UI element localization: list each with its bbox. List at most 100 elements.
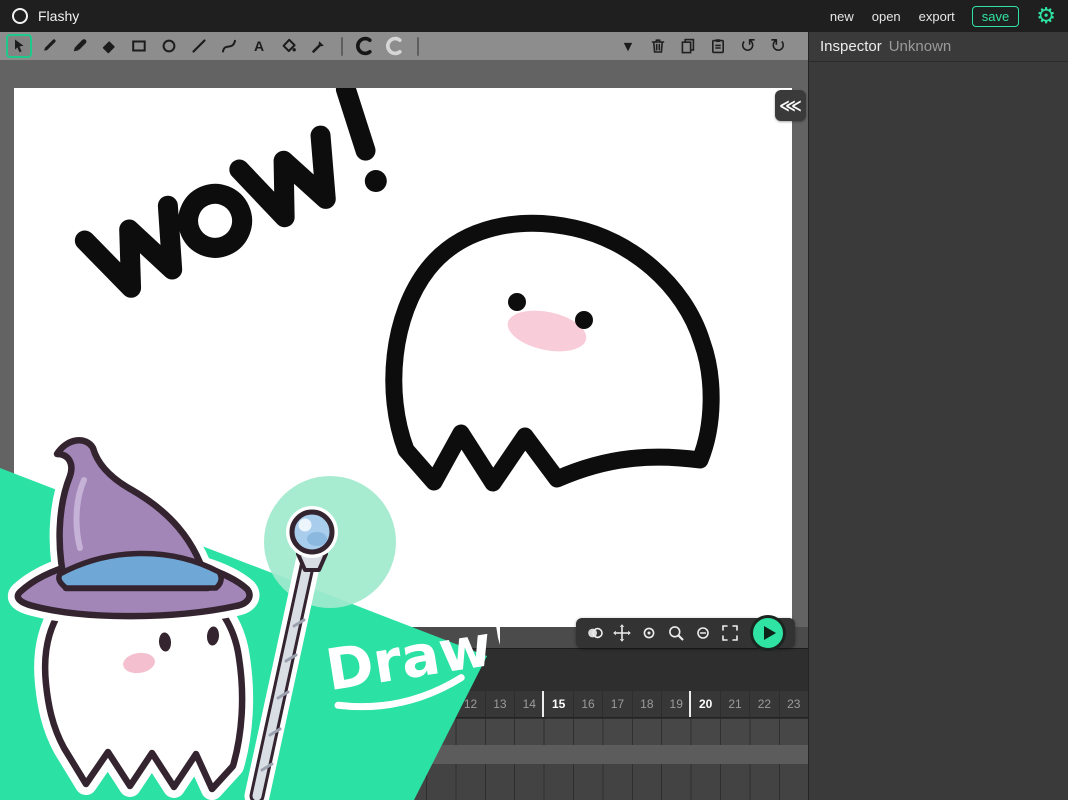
canvas-area: wow! ⋘ — [0, 60, 808, 648]
delete-button[interactable] — [648, 35, 668, 57]
tool-rectangle[interactable] — [126, 34, 152, 58]
tool-eyedropper[interactable] — [306, 34, 332, 58]
c-arc-light-icon — [385, 36, 405, 56]
timeline-frame-7[interactable]: 7 — [308, 691, 337, 717]
timeline-frame-5[interactable]: 5 — [250, 691, 279, 717]
timeline-scrollbar[interactable] — [0, 745, 808, 764]
view-toolbar — [576, 618, 795, 648]
play-button[interactable] — [750, 615, 786, 651]
tool-line[interactable] — [186, 34, 212, 58]
drawing-canvas[interactable]: wow! — [14, 88, 792, 627]
magnifier-icon — [666, 623, 686, 643]
dot-circle-icon — [639, 623, 659, 643]
timeline-frame-22[interactable]: 22 — [749, 691, 778, 717]
copy-icon — [679, 37, 697, 55]
timeline-frame-21[interactable]: 21 — [720, 691, 749, 717]
inspector-title: Inspector — [820, 38, 882, 55]
timeline-frame-3[interactable]: 3 — [191, 691, 220, 717]
eraser-icon — [100, 37, 118, 55]
tool-eraser[interactable] — [96, 34, 122, 58]
inspector-panel: Inspector Unknown — [808, 32, 1068, 800]
collapse-chevrons-icon: ⋘ — [779, 96, 802, 115]
pencil-icon — [40, 37, 58, 55]
timeline-track-row[interactable] — [0, 719, 808, 745]
timeline-tracks[interactable] — [0, 719, 808, 800]
ellipse-icon — [160, 37, 178, 55]
timeline-frame-16[interactable]: 16 — [573, 691, 602, 717]
marker-pen-icon — [70, 37, 88, 55]
tool-fill[interactable] — [276, 34, 302, 58]
redo-icon: ↻ — [770, 37, 786, 56]
timeline-frame-10[interactable]: 10 — [397, 691, 426, 717]
timeline-frame-4[interactable]: 4 — [220, 691, 249, 717]
pan-arrows-icon — [612, 623, 632, 643]
timeline-frame-6[interactable]: 6 — [279, 691, 308, 717]
open-button[interactable]: open — [867, 7, 906, 26]
eyedropper-icon — [310, 37, 328, 55]
onion-skin-toggle-button[interactable] — [585, 623, 605, 643]
app-window: Flashy new open export save ⚙ — [0, 0, 1068, 800]
topbar: Flashy new open export save ⚙ — [0, 0, 1068, 32]
onion-skin-icon — [585, 623, 605, 643]
tool-pencil[interactable] — [36, 34, 62, 58]
timeline-track-row[interactable] — [0, 764, 808, 800]
timeline-frame-14[interactable]: 14 — [514, 691, 543, 717]
toolbar-separator — [417, 37, 419, 56]
rectangle-icon — [130, 37, 148, 55]
tool-curve[interactable] — [216, 34, 242, 58]
app-title: Flashy — [38, 8, 79, 24]
fit-screen-icon — [720, 623, 740, 643]
copy-button[interactable] — [678, 35, 698, 57]
play-icon — [753, 618, 783, 648]
curve-pen-icon — [220, 37, 238, 55]
ghost-drawing — [394, 223, 711, 483]
tool-text[interactable]: A — [246, 34, 272, 58]
export-button[interactable]: export — [914, 7, 960, 26]
canvas-artwork — [14, 88, 792, 627]
frame-menu-dropdown[interactable]: ▼ — [618, 35, 638, 57]
timeline-frame-8[interactable]: 8 — [338, 691, 367, 717]
timeline-frame-20[interactable]: 20 — [690, 691, 719, 717]
timeline-frame-19[interactable]: 19 — [661, 691, 690, 717]
timeline-frame-15[interactable]: 15 — [543, 691, 572, 717]
fill-bucket-icon — [280, 37, 298, 55]
timeline-frame-1[interactable]: 1 — [132, 691, 161, 717]
c-arc-dark-icon — [355, 36, 375, 56]
wow-drawing — [72, 89, 390, 309]
inspector-selection: Unknown — [889, 38, 952, 55]
timeline[interactable]: 1234567891011121314151617181920212223 — [0, 648, 808, 800]
undo-button[interactable]: ↺ — [738, 35, 758, 57]
pan-tool-button[interactable] — [612, 623, 632, 643]
tool-pen[interactable] — [66, 34, 92, 58]
zoom-out-button[interactable] — [693, 623, 713, 643]
timeline-frame-18[interactable]: 18 — [632, 691, 661, 717]
toolbar-actions: ▼ ↺ ↻ — [618, 35, 788, 57]
tool-select[interactable] — [6, 34, 32, 58]
undo-icon: ↺ — [740, 37, 756, 56]
app-logo-icon — [12, 8, 28, 24]
redo-button[interactable]: ↻ — [768, 35, 788, 57]
save-button[interactable]: save — [972, 6, 1019, 27]
onion-skin-next-button[interactable] — [382, 34, 408, 58]
tool-ellipse[interactable] — [156, 34, 182, 58]
timeline-number-band: 1234567891011121314151617181920212223 — [0, 691, 808, 718]
zoom-reset-button[interactable] — [639, 623, 659, 643]
timeline-frame-12[interactable]: 12 — [455, 691, 484, 717]
inspector-header: Inspector Unknown — [809, 32, 1068, 62]
timeline-frame-2[interactable]: 2 — [161, 691, 190, 717]
fit-view-button[interactable] — [720, 623, 740, 643]
timeline-frame-17[interactable]: 17 — [602, 691, 631, 717]
dropdown-arrow-icon: ▼ — [624, 40, 632, 53]
zoom-in-button[interactable] — [666, 623, 686, 643]
paste-button[interactable] — [708, 35, 728, 57]
collapse-panel-button[interactable]: ⋘ — [775, 90, 806, 121]
toolbar-separator — [341, 37, 343, 56]
timeline-frame-11[interactable]: 11 — [426, 691, 455, 717]
settings-gear-icon[interactable]: ⚙ — [1036, 5, 1056, 27]
onion-skin-prev-button[interactable] — [352, 34, 378, 58]
timeline-frame-23[interactable]: 23 — [779, 691, 808, 717]
timeline-frame-9[interactable]: 9 — [367, 691, 396, 717]
timeline-frame-13[interactable]: 13 — [485, 691, 514, 717]
new-button[interactable]: new — [825, 7, 859, 26]
minus-circle-icon — [693, 623, 713, 643]
